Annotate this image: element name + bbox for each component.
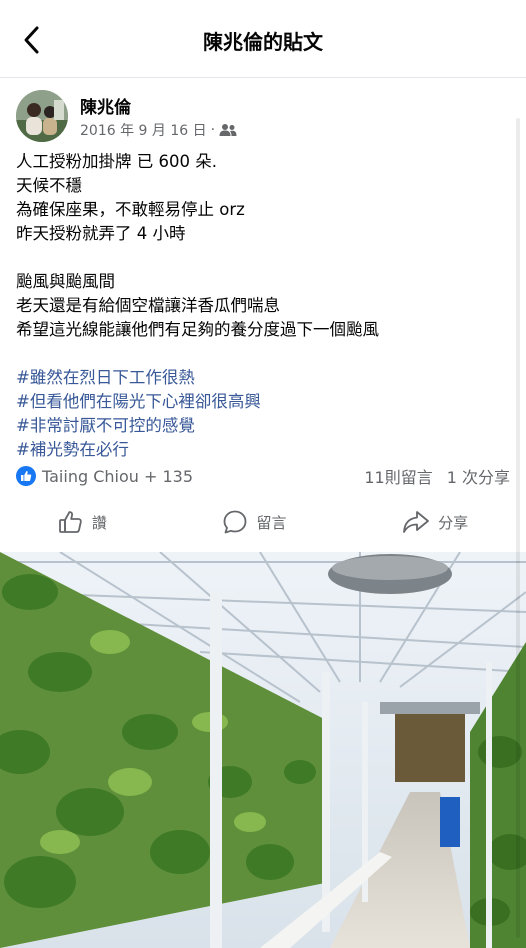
avatar[interactable] xyxy=(16,90,68,142)
post-line: 天候不穩 xyxy=(16,176,82,195)
share-label: 分享 xyxy=(438,513,469,532)
author-name[interactable]: 陳兆倫 xyxy=(80,93,131,118)
post-page: 陳兆倫的貼文 陳兆倫 2016 年 9 月 16 日 · 人工授粉加掛牌 已 6… xyxy=(0,0,526,948)
share-arrow-icon xyxy=(403,511,430,533)
like-label: 讚 xyxy=(91,513,107,532)
post-meta: 2016 年 9 月 16 日 · xyxy=(80,120,237,140)
comment-label: 留言 xyxy=(256,513,287,532)
post-date[interactable]: 2016 年 9 月 16 日 xyxy=(80,120,207,140)
hashtag-link[interactable]: #雖然在烈日下工作很熱 xyxy=(16,366,510,390)
meta-separator: · xyxy=(210,122,216,138)
scrollbar[interactable] xyxy=(516,118,520,938)
hashtag-link[interactable]: #但看他們在陽光下心裡卻很高興 xyxy=(16,390,510,414)
avatar-image xyxy=(16,90,68,142)
post-line: 颱風與颱風間 xyxy=(16,272,115,291)
post-text: 人工授粉加掛牌 已 600 朵. 天候不穩 為確保座果，不敢輕易停止 orz 昨… xyxy=(16,150,510,462)
hashtag-link[interactable]: #補光勢在必行 xyxy=(16,438,510,462)
comment-count[interactable]: 11則留言 xyxy=(364,464,432,488)
post-photo[interactable] xyxy=(0,552,526,948)
comment-button[interactable]: 留言 xyxy=(210,503,298,541)
speech-bubble-icon xyxy=(224,510,247,534)
greenhouse-image xyxy=(0,552,526,948)
reactions-row: Taiing Chiou + 135 11則留言 1 次分享 xyxy=(16,463,510,489)
post-line: 老天還是有給個空檔讓洋香瓜們喘息 xyxy=(16,296,280,315)
post-line: 人工授粉加掛牌 已 600 朵. xyxy=(16,152,217,171)
like-badge-icon xyxy=(16,466,36,486)
share-count[interactable]: 1 次分享 xyxy=(447,464,510,488)
post-line: 昨天授粉就弄了 4 小時 xyxy=(16,224,186,243)
engagement-counts: 11則留言 1 次分享 xyxy=(364,464,510,488)
post-line: 為確保座果，不敢輕易停止 orz xyxy=(16,200,245,219)
thumbs-up-icon xyxy=(58,511,82,533)
reaction-names: Taiing Chiou + 135 xyxy=(42,466,194,486)
page-title: 陳兆倫的貼文 xyxy=(203,30,323,54)
top-bar: 陳兆倫的貼文 xyxy=(0,0,526,78)
action-bar: 讚 留言 分享 xyxy=(0,500,526,544)
post-line: 希望這光線能讓他們有足夠的養分度過下一個颱風 xyxy=(16,320,379,339)
like-button[interactable]: 讚 xyxy=(46,503,119,541)
hashtag-link[interactable]: #非常討厭不可控的感覺 xyxy=(16,414,510,438)
friends-icon xyxy=(219,124,237,136)
share-button[interactable]: 分享 xyxy=(390,503,480,541)
reaction-summary[interactable]: Taiing Chiou + 135 xyxy=(16,466,193,486)
